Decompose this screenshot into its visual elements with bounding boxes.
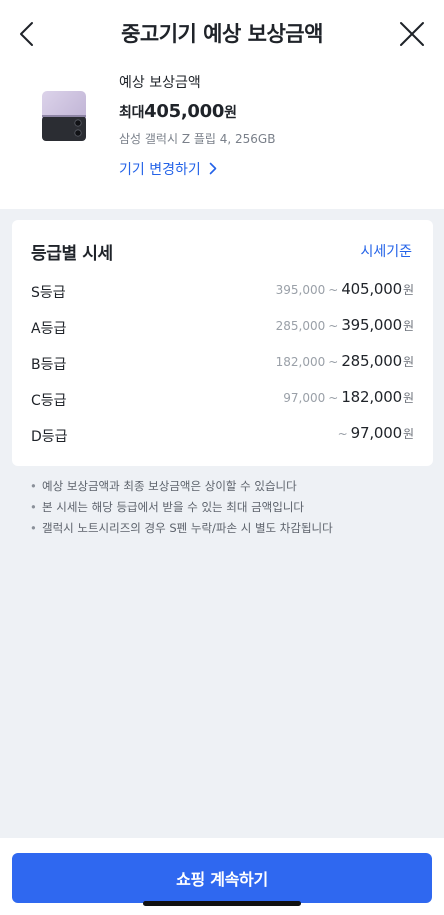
- price-unit: 원: [224, 105, 237, 121]
- grade-row: B등급 182,000 ~285,000원: [31, 352, 414, 376]
- grade-name: C등급: [31, 393, 67, 409]
- chevron-right-icon: [209, 162, 217, 175]
- page-title: 중고기기 예상 보상금액: [121, 22, 323, 46]
- grade-min: 182,000: [275, 355, 326, 369]
- continue-shopping-button[interactable]: 쇼핑 계속하기: [12, 853, 432, 903]
- grade-name: S등급: [31, 285, 66, 301]
- estimate-price: 최대405,000원: [119, 101, 237, 122]
- grade-name: A등급: [31, 321, 67, 337]
- price-criteria-link[interactable]: 시세기준: [360, 241, 412, 261]
- grade-max: 285,000: [341, 352, 402, 370]
- grade-max: 395,000: [341, 316, 402, 334]
- won-unit: 원: [402, 319, 414, 333]
- won-unit: 원: [402, 427, 414, 441]
- won-unit: 원: [402, 283, 414, 297]
- grade-min: 285,000: [275, 319, 326, 333]
- range-tilde: ~: [328, 391, 339, 405]
- back-button[interactable]: [12, 18, 44, 50]
- grade-range: 395,000 ~405,000원: [276, 280, 414, 298]
- notice-item: 갤럭시 노트시리즈의 경우 S펜 누락/파손 시 별도 차감됩니다: [30, 518, 434, 539]
- device-image: [38, 88, 90, 144]
- price-prefix: 최대: [119, 105, 145, 121]
- grade-range: 285,000 ~395,000원: [276, 316, 414, 334]
- grade-name: D등급: [31, 429, 68, 445]
- grade-max: 97,000: [350, 424, 402, 442]
- change-device-link[interactable]: 기기 변경하기: [119, 159, 218, 179]
- notice-item: 본 시세는 해당 등급에서 받을 수 있는 최대 금액입니다: [30, 497, 434, 518]
- grade-row: C등급 97,000 ~182,000원: [31, 388, 414, 412]
- grade-min: 395,000: [275, 283, 326, 297]
- grade-range: 97,000 ~182,000원: [283, 388, 414, 406]
- grade-max: 405,000: [341, 280, 402, 298]
- range-tilde: ~: [337, 427, 348, 441]
- grade-range: ~97,000원: [335, 424, 414, 442]
- grade-price-card: 등급별 시세 시세기준 S등급 395,000 ~405,000원 A등급 285…: [12, 220, 433, 466]
- won-unit: 원: [402, 355, 414, 369]
- won-unit: 원: [402, 391, 414, 405]
- estimate-label: 예상 보상금액: [119, 75, 201, 91]
- device-name: 삼성 갤럭시 Z 플립 4, 256GB: [119, 132, 276, 146]
- close-button[interactable]: [396, 18, 428, 50]
- range-tilde: ~: [328, 319, 339, 333]
- price-amount: 405,000: [144, 101, 225, 122]
- grade-max: 182,000: [341, 388, 402, 406]
- range-tilde: ~: [328, 283, 339, 297]
- chevron-left-icon: [20, 22, 33, 46]
- change-device-label: 기기 변경하기: [119, 162, 201, 178]
- grade-name: B등급: [31, 357, 67, 373]
- card-title: 등급별 시세: [31, 244, 113, 264]
- close-icon: [400, 22, 424, 46]
- grade-row: S등급 395,000 ~405,000원: [31, 280, 414, 304]
- grade-range: 182,000 ~285,000원: [276, 352, 414, 370]
- grade-row: A등급 285,000 ~395,000원: [31, 316, 414, 340]
- grade-row: D등급 ~97,000원: [31, 424, 414, 448]
- notice-list: 예상 보상금액과 최종 보상금액은 상이할 수 있습니다 본 시세는 해당 등급…: [30, 476, 434, 539]
- header: 중고기기 예상 보상금액: [0, 0, 444, 68]
- notice-item: 예상 보상금액과 최종 보상금액은 상이할 수 있습니다: [30, 476, 434, 497]
- home-indicator: [143, 901, 301, 906]
- range-tilde: ~: [328, 355, 339, 369]
- grade-min: 97,000: [283, 391, 326, 405]
